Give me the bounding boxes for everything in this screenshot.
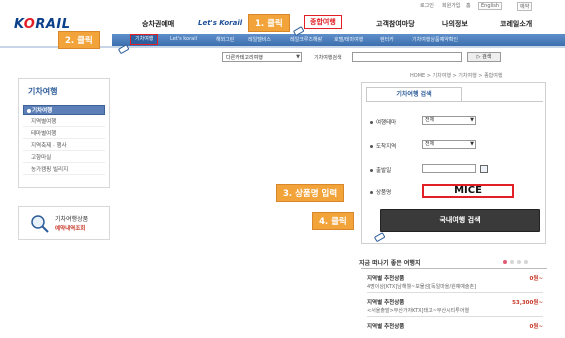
tab-train-search[interactable]: 기차여행 검색: [366, 87, 462, 101]
sidebar-item-camping[interactable]: 농가캠핑 빌리지: [23, 165, 105, 175]
carousel-dots[interactable]: [503, 259, 543, 265]
main-nav: 승차권예매 Let's Korail 종합여행 고객참여마당 나의정보 코레일소…: [110, 15, 565, 33]
callout-step4: 4. 클릭: [312, 212, 354, 230]
korail-logo[interactable]: KORAIL: [14, 17, 110, 32]
subnav-overseas[interactable]: 해외그린: [216, 36, 234, 43]
domestic-travel-search-button[interactable]: 국내여행 검색: [380, 209, 540, 232]
callout-step2: 2. 클릭: [58, 31, 100, 49]
sidebar-item-region[interactable]: 지역별여행: [23, 117, 105, 127]
product-name-input[interactable]: MICE: [422, 184, 514, 198]
calendar-icon[interactable]: [480, 165, 488, 173]
booking-check-banner[interactable]: 기차여행상품 예약내역조회: [18, 206, 110, 240]
utility-bar: 로그인 회원가입 홈 English 예약: [0, 2, 565, 11]
reserve-link[interactable]: 예약: [517, 2, 533, 11]
breadcrumb: HOME > 기차여행 > 기차여행 > 종합여행: [410, 73, 503, 79]
category-select[interactable]: 다른카테고리여행 ▼: [222, 52, 302, 62]
subnav-lets-korail[interactable]: Let's korail: [170, 36, 197, 42]
pointer-hand-icon: [118, 44, 129, 54]
signup-link[interactable]: 회원가입: [442, 2, 460, 9]
left-sidebar: 기차여행 기차여행 지역별여행 테마별여행 지역축제 · 행사 고향마실 농가캠…: [18, 78, 110, 188]
train-search-panel: 기차여행 검색 여행테마 전체 ▼ 도착지역 전체 ▼ 출발일 상품명 MICE 국…: [361, 82, 546, 244]
product-search-input[interactable]: [352, 52, 462, 62]
subnav-train-travel[interactable]: 기차여행: [130, 34, 159, 45]
sidebar-item-train-travel[interactable]: 기차여행: [23, 105, 105, 115]
banner-line2: 예약내역조회: [55, 226, 86, 232]
field-label-date: 출발일: [370, 166, 391, 174]
list-item[interactable]: 지역별 추천상품 53,300원~ <서울출발>부산가자KTX]태고~부산시티투…: [367, 295, 543, 317]
departure-date-input[interactable]: [422, 164, 476, 173]
recommend-title: 지금 떠나기 좋은 여행지: [359, 260, 421, 267]
chevron-down-icon: ▼: [470, 141, 474, 147]
field-label-theme: 여행테마: [370, 118, 396, 126]
nav-korail-intro[interactable]: 코레일소개: [500, 19, 532, 29]
search-button[interactable]: ▷ 검색: [467, 52, 501, 62]
sidebar-item-festival[interactable]: 지역축제 · 행사: [23, 141, 105, 151]
list-item[interactable]: 지역별 추천상품 0원~: [367, 319, 543, 338]
bullet-icon: [27, 109, 31, 113]
panel-divider: [366, 101, 543, 102]
subnav-hotel-theme[interactable]: 호텔/테마여행: [334, 36, 363, 43]
nav-customer[interactable]: 고객참여마당: [376, 19, 415, 29]
nav-my-info[interactable]: 나의정보: [442, 19, 468, 29]
english-link[interactable]: English: [478, 2, 503, 10]
field-label-product: 상품명: [370, 188, 391, 196]
pointer-hand-icon: [293, 26, 304, 36]
nav-lets-korail[interactable]: Let's Korail: [198, 19, 242, 27]
destination-select[interactable]: 전체 ▼: [422, 140, 476, 149]
chevron-down-icon: ▼: [470, 117, 474, 123]
banner-line1: 기차여행상품: [55, 216, 89, 223]
sidebar-item-hometown[interactable]: 고향마실: [23, 153, 105, 163]
home-link[interactable]: 홈: [466, 2, 471, 9]
login-link[interactable]: 로그인: [420, 2, 434, 9]
magnifier-icon: [31, 215, 49, 233]
subnav-rentcar[interactable]: 렌터카: [380, 36, 394, 43]
list-item[interactable]: 지역별 추천상품 0원~ 4명이상[KTX]남해웰~보물섬[독일마을/원예예술촌…: [367, 271, 543, 293]
chevron-down-icon: ▼: [296, 54, 300, 60]
sub-nav: 기차여행 Let's korail 해외그린 레일텔비스 레일크루즈해랑 호텔/…: [112, 34, 565, 46]
subnav-booking-check[interactable]: 기차여행상품예약확인: [412, 36, 458, 43]
callout-step3: 3. 상품명 입력: [276, 184, 345, 202]
pointer-hand-icon: [374, 232, 385, 242]
nav-ticket[interactable]: 승차권예매: [142, 19, 174, 29]
nav-total-travel[interactable]: 종합여행: [304, 15, 342, 29]
product-search-label: 기차여행검색: [314, 55, 342, 61]
subnav-rail-cruise[interactable]: 레일크루즈해랑: [290, 36, 322, 43]
sidebar-item-theme[interactable]: 테마별여행: [23, 129, 105, 139]
field-label-destination: 도착지역: [370, 142, 396, 150]
subnav-railtel[interactable]: 레일텔비스: [248, 36, 271, 43]
theme-select[interactable]: 전체 ▼: [422, 116, 476, 125]
recommend-list: 지역별 추천상품 0원~ 4명이상[KTX]남해웰~보물섬[독일마을/원예예술촌…: [361, 268, 547, 338]
callout-step1: 1. 클릭: [248, 14, 290, 32]
sidebar-title: 기차여행: [28, 87, 58, 96]
